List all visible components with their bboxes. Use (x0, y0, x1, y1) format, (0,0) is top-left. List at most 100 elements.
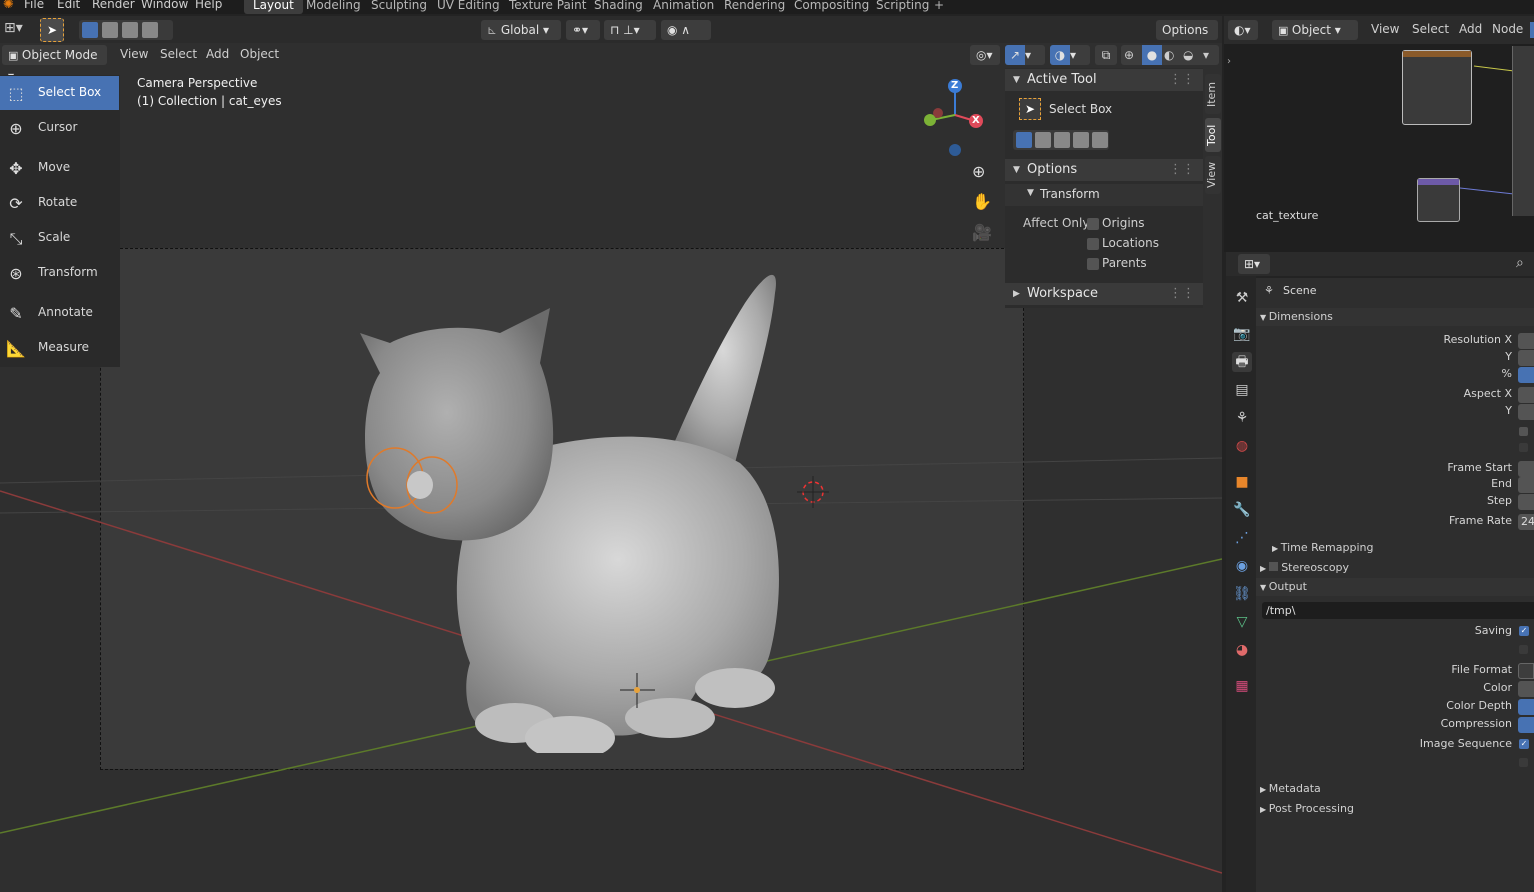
material-shading-icon[interactable]: ◐ (1164, 45, 1174, 65)
mode-invert-icon[interactable] (142, 22, 158, 38)
file-extensions-checkbox[interactable]: ✓ (1519, 626, 1529, 636)
orientation-dropdown[interactable]: ⊾ Global ▾ (481, 20, 561, 40)
menu-help[interactable]: Help (195, 0, 222, 11)
tool-annotate[interactable]: ✎ Annotate (0, 296, 119, 330)
xray-icon[interactable]: ⧉ (1095, 45, 1117, 65)
vp-menu-add[interactable]: Add (206, 47, 229, 61)
overlay-toggle-icon[interactable]: ◑ ▾ (1050, 45, 1090, 65)
aspect-x-field[interactable] (1518, 387, 1534, 403)
pivot-icon[interactable]: ⚭▾ (566, 20, 600, 40)
particles-props-icon[interactable]: ⋰ (1232, 528, 1252, 548)
dimensions-section[interactable]: ▼ Dimensions (1260, 310, 1333, 323)
node-menu-select[interactable]: Select (1412, 22, 1449, 36)
tool-transform[interactable]: ⊛ Transform (0, 256, 119, 290)
tab-view[interactable]: View (1205, 156, 1221, 194)
node-type-dropdown[interactable]: ▣ Object ▾ (1272, 20, 1358, 40)
tab-uv-editing[interactable]: UV Editing (428, 0, 509, 14)
tab-shading[interactable]: Shading (585, 0, 652, 14)
file-format-dropdown[interactable] (1518, 663, 1534, 679)
aspect-y-field[interactable] (1518, 404, 1534, 420)
menu-file[interactable]: File (24, 0, 44, 11)
frame-end-field[interactable] (1518, 477, 1534, 493)
transform-subheader[interactable]: ▼ Transform (1005, 184, 1203, 206)
visibility-icon[interactable]: ◎▾ (970, 45, 1000, 65)
data-props-icon[interactable]: ▽ (1232, 612, 1252, 632)
tool-props-icon[interactable]: ⚒ (1232, 288, 1252, 308)
search-icon[interactable]: ⌕ (1516, 255, 1524, 271)
mode-subtract-icon[interactable] (122, 22, 138, 38)
camera-view-icon[interactable]: 🎥 (972, 223, 992, 242)
stereoscopy-section[interactable]: ▶ Stereoscopy (1260, 561, 1349, 574)
resolution-y-field[interactable] (1518, 350, 1534, 366)
world-props-icon[interactable]: ◍ (1232, 436, 1252, 456)
material-props-icon[interactable]: ◕ (1232, 640, 1252, 660)
options-dropdown[interactable]: Options ▾ (1156, 20, 1218, 57)
cache-result-checkbox[interactable] (1519, 645, 1528, 654)
time-remapping-section[interactable]: ▶ Time Remapping (1272, 541, 1373, 554)
mode-dropdown[interactable]: ▣ Object Mode ▾ (2, 45, 107, 83)
color-mode-field[interactable] (1518, 681, 1534, 697)
proportional-edit-icon[interactable]: ◉ ∧ (661, 20, 711, 40)
tab-tool[interactable]: Tool (1205, 118, 1221, 152)
origins-checkbox[interactable] (1087, 218, 1099, 230)
solid-shading-icon[interactable]: ● (1142, 45, 1162, 65)
view-layer-props-icon[interactable]: ▤ (1232, 380, 1252, 400)
post-processing-section[interactable]: ▶ Post Processing (1260, 802, 1354, 815)
tab-rendering[interactable]: Rendering (715, 0, 794, 14)
wireframe-shading-icon[interactable]: ⊕ (1124, 45, 1134, 65)
tab-layout[interactable]: Layout (244, 0, 303, 14)
rendered-shading-icon[interactable]: ◒ (1183, 45, 1193, 65)
mode-extend-icon[interactable] (102, 22, 118, 38)
node-menu-view[interactable]: View (1371, 22, 1399, 36)
texture-props-icon[interactable]: ▦ (1232, 676, 1252, 696)
constraints-props-icon[interactable]: ⛓ (1232, 584, 1252, 604)
properties-editor-type-icon[interactable]: ⊞▾ (1238, 254, 1270, 274)
render-region-checkbox[interactable] (1519, 427, 1528, 436)
tool-move[interactable]: ✥ Move (0, 151, 119, 185)
frame-rate-dropdown[interactable]: 24 (1518, 514, 1534, 530)
compression-slider[interactable] (1518, 717, 1534, 733)
locations-checkbox[interactable] (1087, 238, 1099, 250)
frame-start-field[interactable] (1518, 461, 1534, 477)
normal-map-node[interactable] (1417, 178, 1460, 222)
tool-measure[interactable]: 📐 Measure (0, 331, 119, 365)
tab-sculpting[interactable]: Sculpting (362, 0, 436, 14)
np-mode-extend-icon[interactable] (1035, 132, 1051, 148)
modifier-props-icon[interactable]: 🔧 (1232, 500, 1252, 520)
principled-bsdf-node[interactable] (1512, 46, 1534, 216)
node-menu-add[interactable]: Add (1459, 22, 1482, 36)
tab-modeling[interactable]: Modeling (297, 0, 370, 14)
output-path-input[interactable]: /tmp\ (1262, 602, 1534, 619)
active-tool-header[interactable]: ▼ Active Tool ⋮⋮ (1005, 69, 1203, 91)
tab-compositing[interactable]: Compositing (785, 0, 878, 14)
drag-handle-icon[interactable]: ⋮⋮ (1169, 69, 1195, 91)
tool-select-box[interactable]: ⬚ Select Box (0, 76, 119, 110)
options-header[interactable]: ▼ Options ⋮⋮ (1005, 159, 1203, 181)
vp-menu-view[interactable]: View (120, 47, 148, 61)
node-editor-type-icon[interactable]: ◐▾ (1228, 20, 1258, 40)
pan-hand-icon[interactable]: ✋ (972, 192, 992, 211)
output-section[interactable]: ▼ Output (1260, 580, 1307, 593)
add-workspace-button[interactable]: + (925, 0, 953, 14)
image-texture-node[interactable] (1402, 50, 1472, 125)
menu-edit[interactable]: Edit (57, 0, 80, 11)
select-tool-icon[interactable]: ➤ (40, 18, 64, 42)
zoom-icon[interactable]: ⊕ (972, 162, 985, 181)
tool-cursor[interactable]: ⊕ Cursor (0, 111, 119, 145)
metadata-section[interactable]: ▶ Metadata (1260, 782, 1321, 795)
node-editor[interactable]: cat_texture › (1224, 16, 1534, 252)
output-props-icon[interactable]: 🖶 (1232, 352, 1252, 372)
cat-model[interactable] (340, 253, 800, 753)
color-depth-field[interactable] (1518, 699, 1534, 715)
placeholders-checkbox[interactable] (1519, 758, 1528, 767)
menu-window[interactable]: Window (141, 0, 188, 11)
editor-type-icon[interactable]: ⊞▾ (4, 20, 30, 40)
node-menu-node[interactable]: Node (1492, 22, 1523, 36)
workspace-header[interactable]: ▶ Workspace ⋮⋮ (1005, 283, 1203, 305)
render-props-icon[interactable]: 📷 (1232, 324, 1252, 344)
resolution-percent-slider[interactable] (1518, 367, 1534, 383)
menu-render[interactable]: Render (92, 0, 135, 11)
object-props-icon[interactable]: ■ (1232, 472, 1252, 492)
tab-texture-paint[interactable]: Texture Paint (500, 0, 595, 14)
blender-logo-icon[interactable]: ✺ (3, 0, 14, 12)
